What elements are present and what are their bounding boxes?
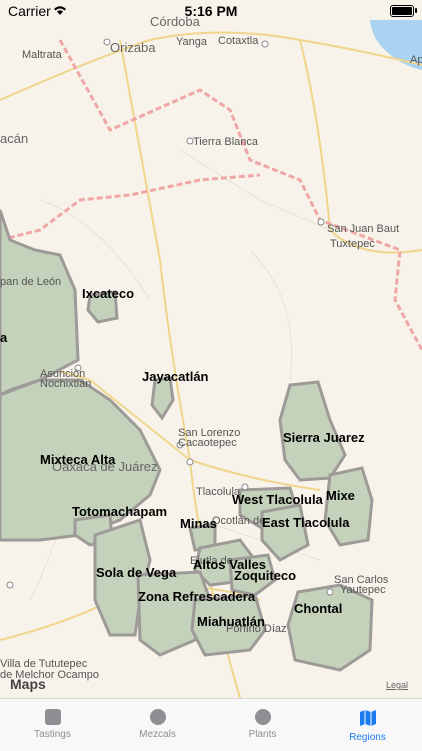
region-mixe (323, 466, 374, 547)
region-label-mixe[interactable]: Mixe (326, 488, 355, 503)
region-label-east-tlacolula[interactable]: East Tlacolula (262, 515, 349, 530)
city-orizaba: Orizaba (110, 40, 156, 55)
city-yautepec: Yautepec (340, 584, 386, 596)
region-label-mixteca-alta[interactable]: Mixteca Alta (40, 452, 115, 467)
city-san-juan: San Juan Baut (327, 223, 400, 235)
circle-icon (254, 709, 271, 725)
tab-tastings[interactable]: Tastings (0, 699, 105, 751)
region-label-totomachapam[interactable]: Totomachapam (72, 504, 167, 519)
tab-label: Regions (349, 732, 386, 743)
tab-label: Mezcals (139, 729, 176, 740)
city-cotaxtla: Cotaxtla (218, 35, 259, 47)
city-pan-de-leon: pan de León (0, 276, 62, 288)
maps-logo-text: Maps (10, 676, 46, 692)
legal-link[interactable]: Legal (386, 680, 408, 690)
region-label-miahuatlan[interactable]: Miahuatlán (197, 614, 265, 629)
map-icon (359, 710, 376, 726)
tab-label: Plants (248, 729, 277, 740)
battery-icon (390, 5, 414, 17)
region-label-jayacatlan[interactable]: Jayacatlán (142, 369, 209, 384)
city-tuxtepec: Tuxtepec (330, 238, 375, 250)
square-icon (44, 709, 61, 725)
region-label-western-cut: a (0, 330, 8, 345)
region-label-zoquiteco[interactable]: Zoquiteco (234, 568, 296, 583)
battery-cap (415, 8, 417, 13)
city-maltrata: Maltrata (22, 49, 62, 61)
region-jayacatlan (150, 376, 175, 421)
tab-plants[interactable]: Plants (210, 699, 315, 751)
maps-logo: Maps (10, 676, 46, 692)
city-yanga: Yanga (176, 36, 207, 48)
state-border-2 (0, 173, 261, 242)
region-label-sierra-juarez[interactable]: Sierra Juarez (283, 430, 365, 445)
tab-bar: Tastings Mezcals Plants Regions (0, 698, 422, 751)
city-nochixtlan: Nochixtlán (40, 378, 92, 390)
region-east-tlacolula (260, 503, 310, 562)
city-ocotlan: Ocotlán de (212, 515, 266, 527)
status-bar: Carrier 5:16 PM (0, 0, 422, 22)
region-label-west-tlacolula[interactable]: West Tlacolula (232, 492, 323, 507)
region-label-chontal[interactable]: Chontal (294, 601, 342, 616)
circle-icon (149, 709, 166, 725)
tab-regions[interactable]: Regions (315, 699, 420, 751)
tab-label: Tastings (34, 729, 71, 740)
city-ap: Ap (410, 54, 422, 66)
region-label-minas[interactable]: Minas (180, 516, 217, 531)
city-tehuacan: acán (0, 131, 29, 146)
region-chontal (286, 583, 374, 672)
map-view[interactable]: Córdoba Orizaba Yanga Cotaxtla Maltrata … (0, 0, 422, 698)
status-time: 5:16 PM (184, 3, 238, 19)
city-cacaotepec: Cacaotepec (178, 437, 237, 449)
city-tierra-blanca: Tierra Blanca (193, 136, 259, 148)
region-label-ixcateco[interactable]: Ixcateco (82, 286, 134, 301)
region-label-zona-refrescadera[interactable]: Zona Refrescadera (138, 589, 255, 604)
tab-mezcals[interactable]: Mezcals (105, 699, 210, 751)
region-label-sola-de-vega[interactable]: Sola de Vega (96, 565, 176, 580)
